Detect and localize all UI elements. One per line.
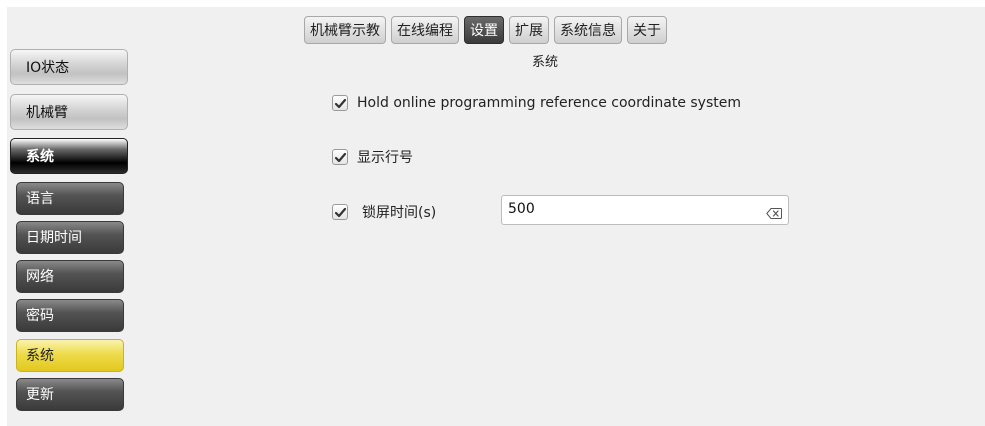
sidebar-subitem-network[interactable]: 网络 <box>16 260 124 293</box>
tab-robot-teach[interactable]: 机械臂示教 <box>304 16 386 44</box>
show-line-numbers-checkbox[interactable] <box>332 149 348 165</box>
sidebar-subitem-password[interactable]: 密码 <box>16 299 124 332</box>
lock-screen-option: 锁屏时间(s) <box>332 203 436 221</box>
sidebar-subitem-language[interactable]: 语言 <box>16 182 124 215</box>
sidebar-item-system[interactable]: 系统 <box>10 138 128 174</box>
tab-settings[interactable]: 设置 <box>464 16 504 44</box>
tab-about[interactable]: 关于 <box>627 16 667 44</box>
check-icon <box>334 152 347 163</box>
hold-reference-checkbox[interactable] <box>332 95 348 111</box>
show-line-numbers-option: 显示行号 <box>332 148 413 166</box>
sidebar-item-io-status[interactable]: IO状态 <box>10 49 128 85</box>
app-window: 机械臂示教 在线编程 设置 扩展 系统信息 关于 系统 IO状态 机械臂 系统 … <box>7 7 985 426</box>
hold-reference-label: Hold online programming reference coordi… <box>357 95 742 111</box>
show-line-numbers-label: 显示行号 <box>357 150 413 166</box>
lock-screen-label: 锁屏时间(s) <box>362 205 437 221</box>
sidebar-subitem-datetime[interactable]: 日期时间 <box>16 221 124 254</box>
lock-screen-time-input[interactable]: 500 <box>501 195 789 225</box>
tab-extensions[interactable]: 扩展 <box>509 16 549 44</box>
sidebar-subitem-system[interactable]: 系统 <box>16 339 124 372</box>
check-icon <box>334 207 347 218</box>
tab-system-info[interactable]: 系统信息 <box>554 16 622 44</box>
page-title: 系统 <box>532 55 559 70</box>
clear-input-icon[interactable] <box>766 204 782 223</box>
check-icon <box>334 98 347 109</box>
sidebar-item-robot-arm[interactable]: 机械臂 <box>10 94 128 130</box>
lock-screen-checkbox[interactable] <box>332 204 348 220</box>
sidebar-subitem-update[interactable]: 更新 <box>16 378 124 411</box>
top-tab-bar: 机械臂示教 在线编程 设置 扩展 系统信息 关于 <box>304 16 667 46</box>
hold-reference-option: Hold online programming reference coordi… <box>332 94 741 112</box>
lock-screen-time-value: 500 <box>508 201 535 217</box>
tab-online-programming[interactable]: 在线编程 <box>391 16 459 44</box>
